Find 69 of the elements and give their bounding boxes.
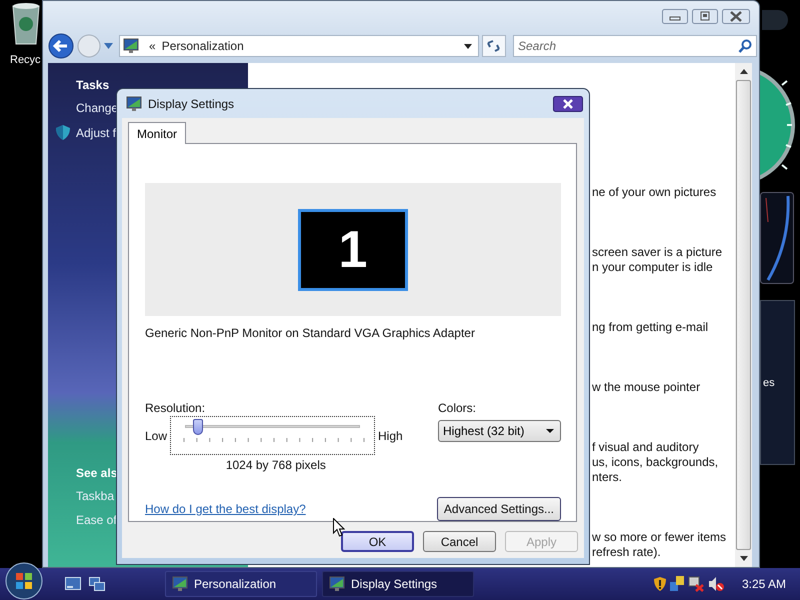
shield-icon xyxy=(56,125,70,140)
close-button[interactable] xyxy=(722,9,750,24)
description-text: w so more or fewer items xyxy=(592,530,728,545)
minimize-button[interactable] xyxy=(662,9,688,24)
display-icon xyxy=(329,576,345,592)
search-icon[interactable] xyxy=(738,39,752,53)
monitor-name: Generic Non-PnP Monitor on Standard VGA Graphics Adapter xyxy=(145,326,476,340)
refresh-button[interactable] xyxy=(482,35,506,57)
description-text: screen saver is a picture xyxy=(592,245,724,260)
sidebar-heading: See als xyxy=(76,466,118,480)
sidebar-link[interactable]: Adjust f xyxy=(76,126,116,140)
network-disconnected-icon[interactable] xyxy=(688,576,704,592)
taskbar-button[interactable]: Display Settings xyxy=(322,571,474,597)
address-bar[interactable]: « Personalization xyxy=(119,35,479,57)
dialog-button[interactable]: Cancel xyxy=(423,531,496,552)
description-text: ng from getting e-mail xyxy=(592,320,710,335)
tab[interactable]: Monitor xyxy=(128,122,186,144)
dialog-title: Display Settings xyxy=(148,96,234,110)
shield-warning-icon[interactable] xyxy=(654,577,666,591)
recycle-bin-icon[interactable] xyxy=(10,2,42,46)
search-field[interactable]: Search xyxy=(513,35,757,57)
taskbar-button[interactable]: Personalization xyxy=(165,571,317,597)
maximize-button[interactable] xyxy=(692,9,718,24)
sidebar-link[interactable]: Change xyxy=(76,101,118,115)
sidebar-heading: Tasks xyxy=(76,78,110,92)
breadcrumb-chevron[interactable]: « xyxy=(149,39,156,53)
resolution-value: 1024 by 768 pixels xyxy=(224,458,327,472)
picture-gadget[interactable] xyxy=(760,192,794,284)
clock-text: 3:25 AM xyxy=(742,577,786,591)
back-button[interactable] xyxy=(48,33,74,59)
slider-min-label: Low xyxy=(145,428,168,442)
scroll-up-icon[interactable] xyxy=(740,69,748,74)
disabled-dialog-button: Apply xyxy=(505,531,578,552)
description-text: n your computer is idle xyxy=(592,260,714,275)
gadget-text: es xyxy=(763,376,775,388)
help-link[interactable]: How do I get the best display? xyxy=(145,502,306,516)
colors-label: Colors: xyxy=(438,401,478,415)
start-button[interactable] xyxy=(5,562,43,600)
description-text: us, icons, backgrounds, xyxy=(592,455,720,470)
dialog-button[interactable]: OK xyxy=(341,531,414,552)
scrollbar-thumb[interactable] xyxy=(736,80,751,550)
close-button[interactable] xyxy=(553,96,583,112)
monitor-icon xyxy=(172,576,188,592)
show-desktop-icon[interactable] xyxy=(65,577,81,591)
description-text: ne of your own pictures xyxy=(592,185,718,200)
slider-thumb[interactable] xyxy=(193,419,204,435)
dropdown-arrow-icon[interactable] xyxy=(546,429,554,433)
monitor-icon xyxy=(123,38,139,54)
resolution-label: Resolution: xyxy=(145,401,206,415)
slider-max-label: High xyxy=(378,428,403,442)
description-text: nters. xyxy=(592,470,624,485)
dropdown-arrow-icon[interactable] xyxy=(464,44,472,48)
display-icon xyxy=(126,96,142,112)
description-text: f visual and auditory xyxy=(592,440,700,455)
feed-gadget[interactable]: es xyxy=(760,300,795,465)
history-dropdown-icon[interactable] xyxy=(104,43,113,49)
switch-windows-icon[interactable] xyxy=(89,577,105,591)
breadcrumb-item[interactable]: Personalization xyxy=(162,39,244,53)
monitor-tile[interactable]: 1 xyxy=(298,208,408,290)
speaker-muted-icon[interactable] xyxy=(708,576,724,592)
description-text: w the mouse pointer xyxy=(592,380,702,395)
description-text: refresh rate). xyxy=(592,545,662,560)
vertical-scrollbar[interactable] xyxy=(735,63,752,567)
network-icon[interactable] xyxy=(670,576,684,592)
desktop-icon-label: Recyc xyxy=(10,54,41,66)
scroll-down-icon[interactable] xyxy=(740,556,748,561)
resolution-slider[interactable] xyxy=(170,416,376,455)
advanced-settings-button[interactable]: Advanced Settings... xyxy=(436,497,561,521)
colors-dropdown[interactable]: Highest (32 bit) xyxy=(438,420,561,442)
